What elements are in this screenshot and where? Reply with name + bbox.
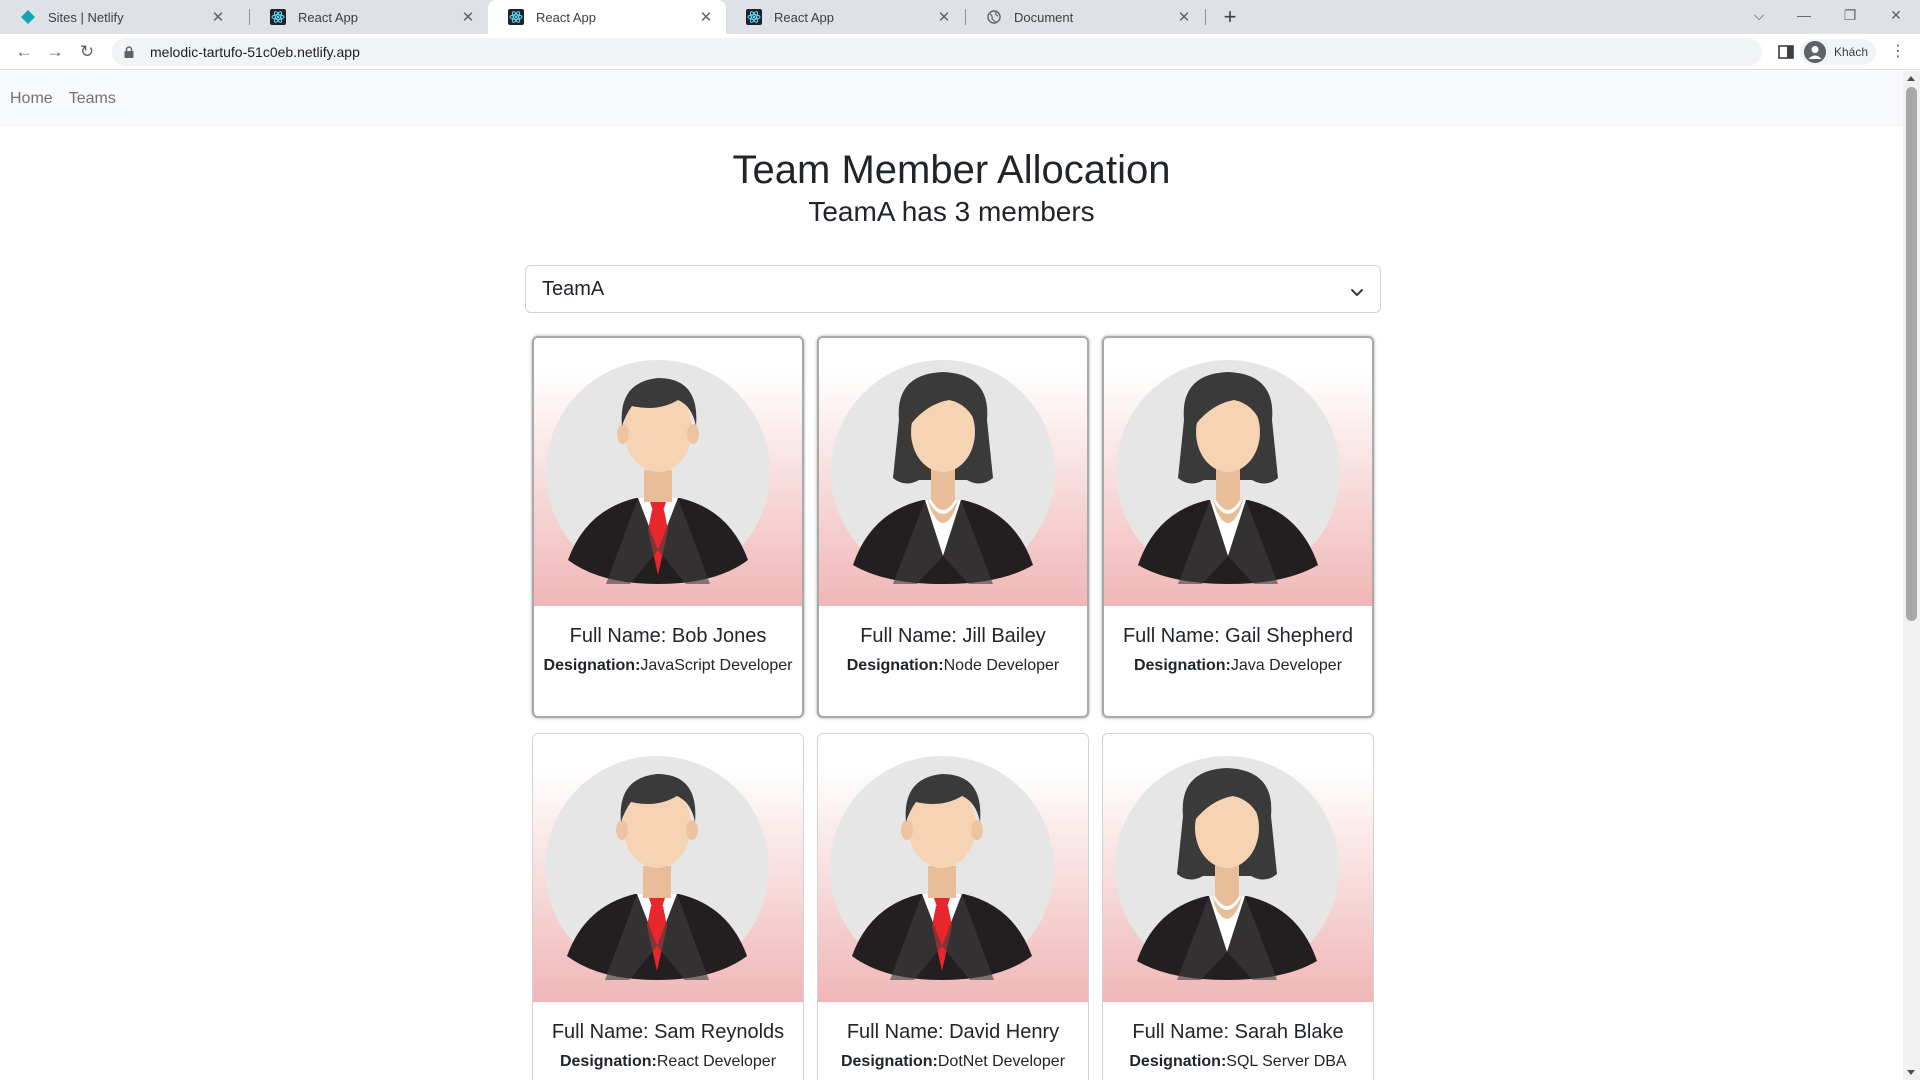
- profile-button[interactable]: Khách: [1800, 39, 1877, 65]
- lock-icon: [124, 46, 138, 58]
- tab-divider: [1205, 9, 1206, 25]
- employee-full-name: Full Name: Sarah Blake: [1132, 1021, 1344, 1043]
- tab-search-icon[interactable]: ⌵: [1737, 0, 1781, 30]
- designation-label: Designation:: [846, 657, 944, 674]
- globe-icon: [986, 9, 1002, 25]
- designation-value: Node Developer: [943, 657, 1060, 674]
- designation-label: Designation:: [543, 657, 641, 674]
- employee-designation: Designation:React Developer: [541, 1050, 795, 1074]
- close-icon[interactable]: ✕: [936, 8, 952, 26]
- employee-card-2[interactable]: Full Name: Jill Bailey Designation:Node …: [817, 336, 1089, 718]
- designation-label: Designation:: [1129, 1053, 1227, 1070]
- tab-title: Document: [1014, 9, 1074, 25]
- react-icon: [746, 9, 762, 25]
- close-icon[interactable]: ✕: [698, 8, 714, 26]
- employee-avatar: [1103, 734, 1373, 1002]
- female-avatar-illustration: [1116, 360, 1340, 584]
- employee-designation: Designation:Node Developer: [827, 654, 1079, 678]
- employee-full-name: Full Name: Bob Jones: [569, 625, 767, 647]
- browser-tab-4[interactable]: React App ✕: [726, 0, 964, 34]
- tab-title: React App: [536, 9, 596, 25]
- employee-avatar: [818, 734, 1088, 1002]
- designation-label: Designation:: [1133, 657, 1231, 674]
- minimize-icon[interactable]: —: [1782, 0, 1826, 30]
- browser-tab-2[interactable]: React App ✕: [250, 0, 488, 34]
- react-icon: [508, 9, 524, 25]
- netlify-icon: [20, 9, 36, 25]
- employee-designation: Designation:JavaScript Developer: [542, 654, 794, 678]
- employee-card-5[interactable]: Full Name: David Henry Designation:DotNe…: [817, 733, 1089, 1080]
- page-header: Team Member Allocation TeamA has 3 membe…: [0, 146, 1903, 230]
- designation-value: JavaScript Developer: [640, 657, 793, 674]
- employee-card-3[interactable]: Full Name: Gail Shepherd Designation:Jav…: [1102, 336, 1374, 718]
- address-bar[interactable]: melodic-tartufo-51c0eb.netlify.app: [112, 38, 1762, 66]
- tab-title: React App: [774, 9, 834, 25]
- employee-full-name: Full Name: Sam Reynolds: [551, 1021, 785, 1043]
- scrollbar-thumb[interactable]: [1906, 87, 1917, 621]
- employee-avatar: [819, 338, 1087, 606]
- scroll-down-icon[interactable]: [1907, 1070, 1915, 1075]
- male-avatar-illustration: [545, 756, 769, 980]
- url-text: melodic-tartufo-51c0eb.netlify.app: [150, 44, 360, 60]
- employee-full-name: Full Name: Gail Shepherd: [1122, 625, 1354, 647]
- side-panel-icon[interactable]: [1778, 44, 1794, 60]
- browser-tab-3-active[interactable]: React App ✕: [488, 0, 726, 34]
- employee-full-name: Full Name: David Henry: [846, 1021, 1060, 1043]
- browser-tab-1[interactable]: Sites | Netlify ✕: [0, 0, 238, 34]
- nav-link-teams[interactable]: Teams: [69, 90, 116, 108]
- employee-designation: Designation:Java Developer: [1112, 654, 1364, 678]
- male-avatar-illustration: [546, 360, 770, 584]
- window-close-icon[interactable]: ✕: [1874, 0, 1918, 30]
- designation-value: DotNet Developer: [937, 1053, 1066, 1070]
- kebab-menu-icon[interactable]: ⋮: [1890, 42, 1906, 62]
- guest-avatar-icon: [1804, 41, 1826, 63]
- female-avatar-illustration: [831, 360, 1055, 584]
- tab-title: React App: [298, 9, 358, 25]
- scroll-up-icon[interactable]: [1907, 76, 1915, 81]
- designation-value: Java Developer: [1230, 657, 1343, 674]
- designation-value: SQL Server DBA: [1226, 1053, 1347, 1070]
- designation-label: Designation:: [559, 1053, 657, 1070]
- page-viewport: Home Teams Team Member Allocation TeamA …: [0, 71, 1903, 1080]
- page-title: Team Member Allocation: [732, 148, 1171, 192]
- chevron-down-icon: [1350, 282, 1364, 296]
- team-select-value: TeamA: [542, 277, 605, 300]
- nav-link-home[interactable]: Home: [10, 90, 53, 108]
- browser-toolbar: ← → ↻ melodic-tartufo-51c0eb.netlify.app…: [0, 34, 1920, 70]
- employee-avatar: [533, 734, 803, 1002]
- tab-title: Sites | Netlify: [48, 9, 124, 25]
- employee-avatar: [1104, 338, 1372, 606]
- browser-tabstrip: Sites | Netlify ✕ React App ✕ React App …: [0, 0, 1920, 34]
- profile-label: Khách: [1834, 45, 1869, 59]
- team-select[interactable]: TeamA: [525, 265, 1381, 313]
- designation-value: React Developer: [656, 1053, 777, 1070]
- browser-tab-5[interactable]: Document ✕: [966, 0, 1204, 34]
- close-icon[interactable]: ✕: [210, 8, 226, 26]
- designation-label: Designation:: [840, 1053, 938, 1070]
- restore-icon[interactable]: ❐: [1828, 0, 1872, 30]
- new-tab-button[interactable]: +: [1216, 4, 1244, 30]
- employee-designation: Designation:DotNet Developer: [826, 1050, 1080, 1074]
- employee-avatar: [534, 338, 802, 606]
- close-icon[interactable]: ✕: [1176, 8, 1192, 26]
- team-member-count: TeamA has 3 members: [808, 196, 1095, 227]
- react-icon: [270, 9, 286, 25]
- employee-card-1[interactable]: Full Name: Bob Jones Designation:JavaScr…: [532, 336, 804, 718]
- page-scrollbar[interactable]: [1903, 71, 1920, 1080]
- employee-designation: Designation:SQL Server DBA: [1111, 1050, 1365, 1074]
- forward-arrow-icon[interactable]: →: [43, 40, 67, 64]
- close-icon[interactable]: ✕: [460, 8, 476, 26]
- male-avatar-illustration: [830, 756, 1054, 980]
- employee-card-4[interactable]: Full Name: Sam Reynolds Designation:Reac…: [532, 733, 804, 1080]
- app-navbar: Home Teams: [0, 71, 1903, 127]
- employee-card-6[interactable]: Full Name: Sarah Blake Designation:SQL S…: [1102, 733, 1374, 1080]
- reload-icon[interactable]: ↻: [75, 40, 99, 64]
- employee-full-name: Full Name: Jill Bailey: [860, 625, 1046, 647]
- back-arrow-icon[interactable]: ←: [12, 40, 36, 64]
- female-avatar-illustration: [1115, 756, 1339, 980]
